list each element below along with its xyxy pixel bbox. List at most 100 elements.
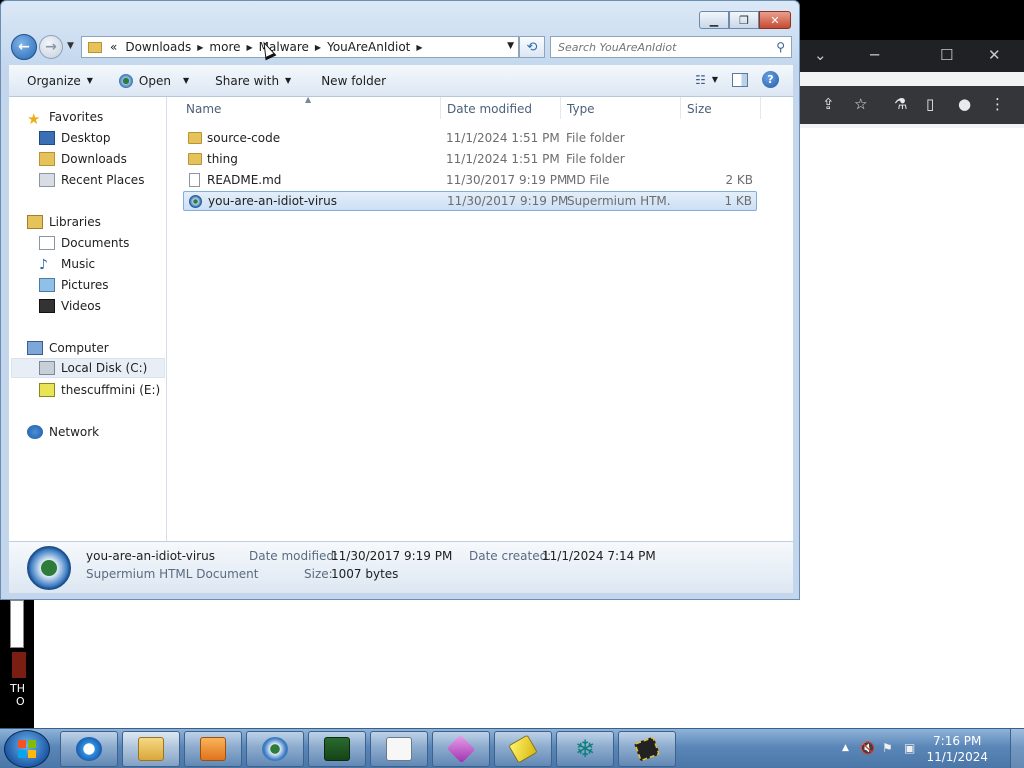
action-center-flag-icon[interactable]: ⚑ (882, 741, 893, 755)
profile-icon[interactable]: ● (958, 95, 971, 113)
new-folder-label: New folder (321, 73, 387, 88)
breadcrumb-overflow[interactable]: « (106, 40, 121, 54)
column-name[interactable]: Name (186, 102, 221, 116)
taskbar-app-chip[interactable] (618, 731, 676, 767)
start-button[interactable] (4, 730, 50, 768)
bookmark-star-icon[interactable]: ☆ (854, 95, 867, 113)
libraries-icon (27, 215, 43, 229)
search-input[interactable] (558, 40, 758, 54)
file-row-source-code[interactable]: source-code 11/1/2024 1:51 PM File folde… (183, 128, 757, 148)
nav-desktop[interactable]: Desktop (39, 128, 111, 148)
taskbar-task-manager[interactable] (308, 731, 366, 767)
browser-menu-icon[interactable]: ⋮ (990, 95, 1005, 113)
supermium-icon (262, 737, 288, 761)
task-manager-icon (324, 737, 350, 761)
volume-muted-icon[interactable]: 🔇 (860, 741, 875, 755)
taskbar-app-snowflake[interactable]: ❄ (556, 731, 614, 767)
browser-minimize-icon[interactable]: ─ (870, 46, 879, 64)
share-with-button[interactable]: Share with ▼ (205, 74, 301, 88)
supermium-html-icon (189, 194, 202, 208)
nav-libraries[interactable]: Libraries (27, 212, 101, 232)
preview-pane-icon[interactable] (732, 72, 748, 87)
forward-button[interactable]: → (39, 35, 63, 59)
system-tray: ▲ 🔇 ⚑ ▣ 7:16 PM 11/1/2024 (834, 729, 1024, 768)
details-pane: you-are-an-idiot-virus Supermium HTML Do… (9, 541, 793, 593)
breadcrumb-arrow-icon[interactable]: ▶ (195, 43, 205, 52)
show-hidden-icons-chevron-icon[interactable]: ▲ (842, 743, 849, 753)
search-icon[interactable]: ⚲ (776, 40, 785, 54)
breadcrumb-more[interactable]: more (205, 40, 244, 54)
network-monitor-icon[interactable]: ▣ (904, 741, 915, 755)
star-icon: ★ (27, 110, 41, 128)
browser-maximize-icon[interactable]: ☐ (940, 46, 953, 64)
file-row-readme[interactable]: README.md 11/30/2017 9:19 PM MD File 2 K… (183, 170, 757, 190)
column-size[interactable]: Size (687, 102, 712, 116)
chevron-down-icon[interactable]: ▼ (183, 76, 189, 85)
nav-computer[interactable]: Computer (27, 338, 109, 358)
taskbar-internet-explorer[interactable] (60, 731, 118, 767)
file-row-you-are-an-idiot-virus[interactable]: you-are-an-idiot-virus 11/30/2017 9:19 P… (183, 191, 757, 211)
chip-icon (633, 736, 661, 762)
minimize-button[interactable]: ▁ (699, 11, 729, 29)
nav-downloads[interactable]: Downloads (39, 149, 127, 169)
share-icon[interactable]: ⇪ (822, 95, 835, 113)
nav-pictures[interactable]: Pictures (39, 275, 109, 295)
column-date-modified[interactable]: Date modified (447, 102, 532, 116)
taskbar: ❄ ▲ 🔇 ⚑ ▣ 7:16 PM 11/1/2024 (0, 728, 1024, 768)
breadcrumb-arrow-icon[interactable]: ▶ (313, 43, 323, 52)
help-icon[interactable]: ? (762, 71, 779, 88)
details-date-modified-label: Date modified: (249, 549, 339, 563)
taskbar-windows-explorer[interactable] (122, 731, 180, 767)
breadcrumb-youareanidiot[interactable]: YouAreAnIdiot (323, 40, 414, 54)
maximize-button[interactable]: ❐ (729, 11, 759, 29)
background-window-bottom (24, 600, 1024, 728)
nav-favorites[interactable]: ★ Favorites (27, 107, 103, 128)
folder-icon (88, 41, 102, 53)
folder-icon (188, 132, 202, 144)
tab-search-icon[interactable]: ⌄ (814, 46, 827, 64)
address-dropdown-icon[interactable]: ▼ (507, 41, 514, 51)
documents-icon (39, 236, 55, 250)
details-date-created: 11/1/2024 7:14 PM (542, 549, 656, 563)
folder-icon (188, 153, 202, 165)
labs-flask-icon[interactable]: ⚗ (894, 95, 907, 113)
organize-button[interactable]: Organize ▼ (17, 74, 103, 88)
clock[interactable]: 7:16 PM 11/1/2024 (926, 733, 988, 765)
bg-text-1: TH (10, 682, 25, 695)
new-folder-button[interactable]: New folder (311, 74, 396, 88)
nav-documents[interactable]: Documents (39, 233, 129, 253)
browser-close-icon[interactable]: ✕ (988, 46, 1001, 64)
address-bar[interactable]: « Downloads ▶ more ▶ Malware ▶ YouAreAnI… (81, 36, 519, 58)
close-button[interactable]: ✕ (759, 11, 791, 29)
nav-usb-drive[interactable]: thescuffmini (E:) (39, 380, 160, 400)
taskbar-notepad[interactable] (370, 731, 428, 767)
file-row-thing[interactable]: thing 11/1/2024 1:51 PM File folder (183, 149, 757, 169)
taskbar-app-yellow[interactable] (494, 731, 552, 767)
breadcrumb-downloads[interactable]: Downloads (121, 40, 195, 54)
nav-recent-places[interactable]: Recent Places (39, 170, 144, 190)
side-panel-icon[interactable]: ▯ (926, 95, 934, 113)
nav-music[interactable]: ♪ Music (39, 254, 95, 274)
nav-network[interactable]: Network (27, 422, 99, 442)
back-button[interactable]: ← (11, 34, 37, 60)
change-view-icon[interactable]: ☷ (695, 73, 706, 87)
breadcrumb-arrow-icon[interactable]: ▶ (414, 43, 424, 52)
videos-icon (39, 299, 55, 313)
nav-local-disk[interactable]: Local Disk (C:) (11, 358, 165, 378)
media-player-icon (200, 737, 226, 761)
view-options-dropdown-icon[interactable]: ▼ (712, 75, 718, 84)
usb-drive-icon (39, 383, 55, 397)
taskbar-app-purple[interactable] (432, 731, 490, 767)
column-type[interactable]: Type (567, 102, 595, 116)
open-button[interactable]: Open ▼ (109, 73, 199, 88)
taskbar-media-player[interactable] (184, 731, 242, 767)
details-size: 1007 bytes (331, 567, 399, 581)
show-desktop-button[interactable] (1010, 729, 1024, 768)
caption-buttons: ▁ ❐ ✕ (699, 11, 791, 29)
breadcrumb-arrow-icon[interactable]: ▶ (245, 43, 255, 52)
taskbar-supermium[interactable] (246, 731, 304, 767)
refresh-button[interactable]: ⟲ (519, 36, 545, 58)
search-box[interactable]: ⚲ (550, 36, 792, 58)
recent-pages-dropdown[interactable]: ▼ (67, 41, 74, 51)
nav-videos[interactable]: Videos (39, 296, 101, 316)
